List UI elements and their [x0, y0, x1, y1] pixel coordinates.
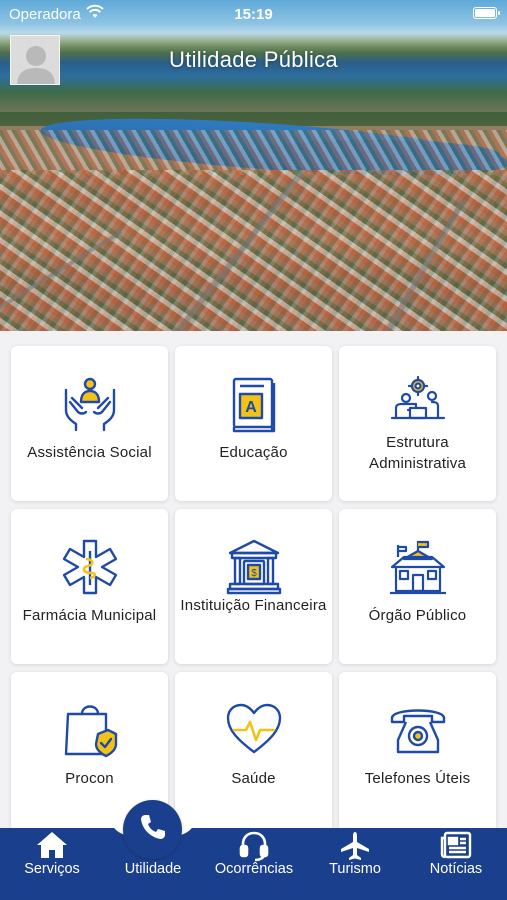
city-aerial-image: Operadora 15:19 Utilidade Pública	[0, 0, 507, 331]
nav-label: Serviços	[24, 861, 80, 877]
service-card-educacao[interactable]: A Educação	[175, 346, 332, 501]
service-card-estrutura-administrativa[interactable]: Estrutura Administrativa	[339, 346, 496, 501]
airplane-icon	[318, 830, 392, 862]
nav-label: Utilidade	[124, 861, 182, 877]
bottom-navigation: Serviços Utilidade Ocorrências Turismo N…	[0, 828, 507, 900]
nav-turismo[interactable]: Turismo	[318, 828, 392, 900]
nav-servicos[interactable]: Serviços	[12, 828, 92, 900]
service-label: Assistência Social	[27, 444, 152, 461]
book-icon: A	[175, 374, 332, 434]
service-card-telefones-uteis[interactable]: Telefones Úteis	[339, 672, 496, 832]
bank-icon: $	[175, 537, 332, 597]
service-label: Instituição Financeira	[180, 597, 327, 614]
service-label: Educação	[219, 444, 288, 461]
headset-icon	[208, 830, 300, 862]
utilidade-fab-button[interactable]	[123, 800, 182, 859]
service-label: Órgão Público	[368, 607, 467, 624]
battery-icon	[473, 7, 500, 19]
services-grid: Assistência Social A Educação Estrutura …	[11, 346, 497, 832]
nav-ocorrencias[interactable]: Ocorrências	[208, 828, 300, 900]
page-title: Utilidade Pública	[169, 47, 338, 72]
hands-care-icon	[11, 374, 168, 434]
phone-icon	[138, 812, 168, 847]
service-label: Farmácia Municipal	[22, 607, 157, 624]
public-building-icon	[339, 537, 496, 597]
service-card-instituicao-financeira[interactable]: $ Instituição Financeira	[175, 509, 332, 664]
service-card-farmacia-municipal[interactable]: Farmácia Municipal	[11, 509, 168, 664]
service-label: Telefones Úteis	[364, 770, 471, 787]
service-card-orgao-publico[interactable]: Órgão Público	[339, 509, 496, 664]
nav-noticias[interactable]: Notícias	[418, 828, 494, 900]
nav-label: Notícias	[429, 861, 483, 877]
service-label: Estrutura Administrativa	[369, 434, 466, 472]
heart-pulse-icon	[175, 700, 332, 760]
shopping-bag-shield-icon	[11, 700, 168, 760]
telephone-icon	[339, 700, 496, 760]
service-card-saude[interactable]: Saúde	[175, 672, 332, 832]
service-label: Procon	[65, 770, 114, 787]
nav-label: Ocorrências	[214, 861, 294, 877]
svg-text:$: $	[251, 568, 257, 579]
pharmacy-icon	[11, 537, 168, 597]
admin-structure-icon	[339, 374, 496, 434]
svg-text:A: A	[245, 399, 257, 416]
service-card-assistencia-social[interactable]: Assistência Social	[11, 346, 168, 501]
newspaper-icon	[418, 830, 494, 862]
status-time: 15:19	[234, 6, 273, 23]
service-label: Saúde	[231, 770, 276, 787]
home-icon	[12, 830, 92, 862]
nav-label: Turismo	[329, 861, 381, 877]
status-bar: Operadora 15:19	[0, 0, 507, 28]
